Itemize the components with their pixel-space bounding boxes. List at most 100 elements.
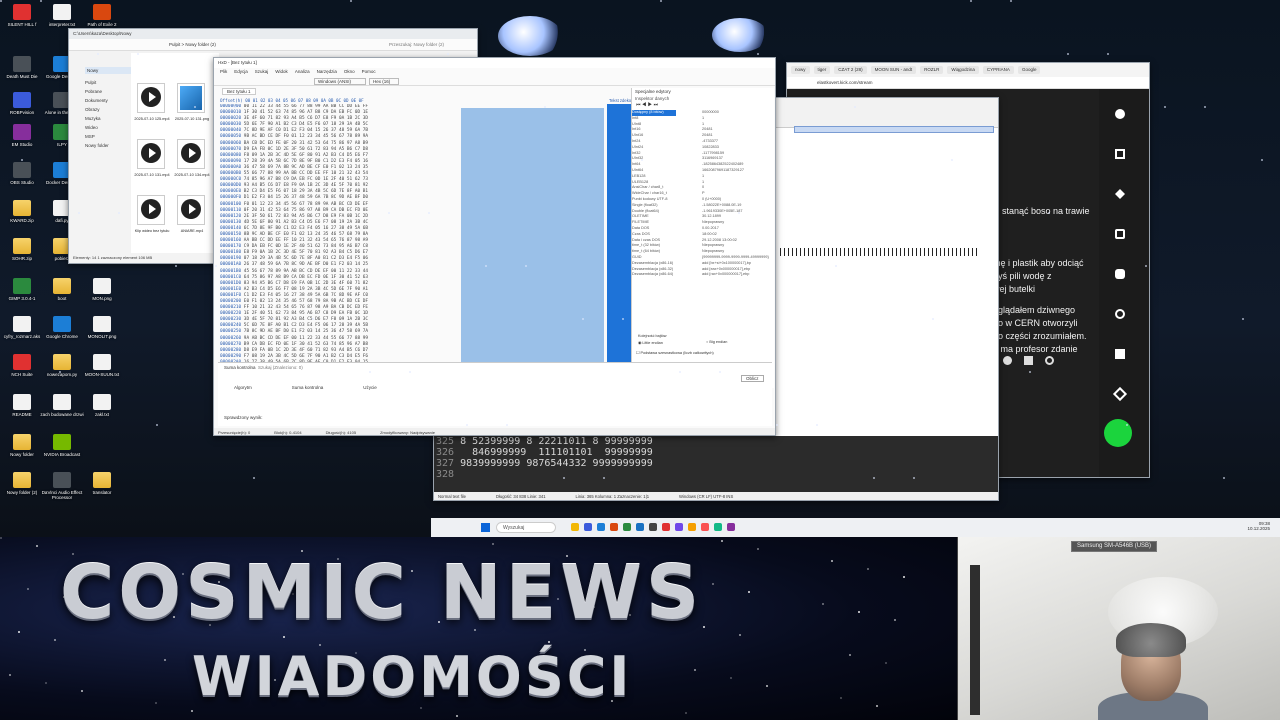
menu-item[interactable]: Analiza — [295, 69, 310, 75]
browser-tab[interactable]: tiger — [813, 66, 831, 74]
sidebar-item[interactable]: Pulpit — [85, 80, 133, 85]
desktop-icon[interactable]: cyfry_rozmarz.aks — [0, 316, 44, 339]
sidebar-item[interactable]: Wideo — [85, 125, 133, 130]
notepad-search-field[interactable] — [794, 126, 994, 133]
broadcast-icon[interactable] — [1115, 309, 1125, 319]
file-thumbnail[interactable]: 2025-07-10 134.mp4 — [174, 139, 210, 177]
taskbar-clock[interactable]: 09:38 10.12.2025 — [1247, 521, 1270, 531]
hex-document-tab[interactable]: Bez tytułu 1 — [222, 88, 256, 95]
taskbar-app-icon[interactable] — [571, 523, 579, 531]
explorer-search-input[interactable]: Przeszukaj: Nowy folder (2) — [389, 42, 444, 47]
desktop-icon[interactable]: README — [0, 394, 44, 417]
desktop-icon[interactable]: MONOLIT.png — [80, 316, 124, 339]
chat-icon[interactable] — [1115, 269, 1125, 279]
taskbar-app-icon[interactable] — [675, 523, 683, 531]
taskbar-app-icon[interactable] — [727, 523, 735, 531]
start-icon[interactable] — [481, 523, 490, 532]
taskbar-app-icon[interactable] — [623, 523, 631, 531]
desktop-icon[interactable]: GIMP 3.0.4-1 — [0, 278, 44, 301]
taskbar-app-icon[interactable] — [701, 523, 709, 531]
info-icon[interactable] — [1115, 109, 1125, 119]
desktop-icon[interactable]: Google Chrome — [40, 316, 84, 339]
sidebar-item[interactable]: Nowy folder — [85, 143, 133, 148]
sidebar-item[interactable]: MSP — [85, 134, 133, 139]
desktop-icon[interactable]: zakl.txt — [80, 394, 124, 417]
file-thumbnail[interactable]: ANIARE.mp4 — [177, 195, 205, 233]
browser-tab[interactable]: CZAT 2 (28) — [834, 66, 867, 74]
desktop-icon[interactable]: interpreter.txt — [40, 4, 84, 27]
desktop-icon[interactable]: Nowy folder — [0, 434, 44, 457]
store-icon[interactable] — [1024, 355, 1033, 365]
encoding-select[interactable]: Windows (ANSI) — [314, 78, 367, 85]
little-endian-radio[interactable]: ◉ Little endian — [638, 340, 663, 345]
settings-icon[interactable] — [1045, 355, 1054, 365]
wrench-icon[interactable] — [1112, 386, 1128, 402]
browser-tab[interactable]: Google — [1017, 66, 1041, 74]
sidebar-item[interactable]: Dokumenty — [85, 98, 133, 103]
browser-tab[interactable]: ROZLR — [920, 66, 944, 74]
inspector-tab[interactable]: Specjalne edytory — [632, 88, 774, 95]
desktop-icon[interactable]: translator — [80, 472, 124, 495]
inspector-row[interactable]: Dezasemblacja (x86-64) add [rax+0x0000000… — [632, 272, 774, 278]
menu-item[interactable]: Edycja — [234, 69, 248, 75]
layout-icon[interactable] — [1115, 349, 1125, 359]
taskbar-search[interactable]: Wyszukaj — [496, 522, 556, 533]
desktop-icon[interactable]: ROBPvision — [0, 92, 44, 115]
desktop-icon[interactable]: DaVinci Audio Effect Processor — [40, 472, 84, 500]
desktop-icon[interactable]: SOHR.zip — [0, 238, 44, 261]
desktop-icon[interactable]: SILENT HILL f — [0, 4, 44, 27]
file-thumbnail[interactable]: 2025-07-10 131.mp4 — [134, 139, 170, 177]
file-thumbnail[interactable]: 2025-07-10 131.png — [175, 83, 209, 121]
taskbar-app-icon[interactable] — [584, 523, 592, 531]
browser-tab[interactable]: CYPRIANA — [982, 66, 1014, 74]
taskbar-app-icon[interactable] — [597, 523, 605, 531]
checksum-tab[interactable]: Suma kontrolna — [224, 365, 256, 370]
hex-titlebar[interactable]: HxD - [Bez tytułu 1] — [214, 58, 775, 68]
browser-tab[interactable]: nowy — [791, 66, 810, 74]
desktop-icon[interactable]: NVIDIA Broadcast — [40, 434, 84, 457]
notepad-text-area[interactable]: 325 8 52399999 8 22211011 8 99999999 326 … — [434, 436, 998, 492]
base-select[interactable]: Hex (16) — [369, 78, 400, 85]
taskbar-app-icon[interactable] — [662, 523, 670, 531]
notes-icon[interactable] — [1115, 229, 1125, 239]
desktop-icon[interactable]: MON.png — [80, 278, 124, 301]
desktop-icon[interactable]: Death Must Die — [0, 56, 44, 79]
calculate-button[interactable]: Oblicz — [741, 375, 764, 382]
desktop-icon[interactable]: NCH Suite — [0, 354, 44, 377]
search-tab[interactable]: Szukaj (Znaleziono: 0) — [258, 365, 303, 370]
menu-item[interactable]: Szukaj — [255, 69, 269, 75]
desktop-icon[interactable]: MOON-SUUN.txt — [80, 354, 124, 377]
explorer-breadcrumb[interactable]: Pulpit > Nowy folder (2) — [169, 42, 216, 47]
explorer-titlebar[interactable]: C:\Users\kaza\Desktop\Nowy — [69, 29, 477, 39]
kick-logo-icon[interactable] — [1104, 419, 1132, 447]
desktop-icon[interactable]: OBS Studio — [0, 162, 44, 185]
sidebar-item[interactable]: Obrazy — [85, 107, 133, 112]
desktop-icon[interactable]: KWARD.zip — [0, 200, 44, 223]
desktop-icon[interactable]: nowezapom.py — [40, 354, 84, 377]
sidebar-item[interactable]: Muzyka — [85, 116, 133, 121]
desktop-icon[interactable]: boot — [40, 278, 84, 301]
menu-item[interactable]: Pomoc — [362, 69, 376, 75]
desktop-icon[interactable]: Nowy folder (2) — [0, 472, 44, 495]
file-thumbnail[interactable]: Klip wideo bez tytułu — [135, 195, 169, 233]
menu-item[interactable]: Plik — [220, 69, 227, 75]
desktop-icon[interactable]: zach budowane drzwi — [40, 394, 84, 417]
desktop-icon[interactable]: Path of Exile 2 — [80, 4, 124, 27]
taskbar-app-icon[interactable] — [610, 523, 618, 531]
hex-editor-window[interactable]: HxD - [Bez tytułu 1] Plik Edycja Szukaj Wid… — [213, 57, 776, 436]
hex-base-checkbox[interactable]: ☐ Podstawa szesnastkowa (liczb całkowity… — [636, 350, 714, 355]
taskbar-app-icon[interactable] — [649, 523, 657, 531]
inspector-nav[interactable]: ⏮ ◀ ▶ ⏭ — [632, 102, 774, 110]
desktop-icon[interactable]: EM Studio — [0, 124, 44, 147]
menu-item[interactable]: Widok — [275, 69, 288, 75]
flash-icon[interactable] — [1115, 189, 1125, 199]
big-endian-radio[interactable]: ○ Big endian — [706, 340, 727, 344]
taskbar-app-icon[interactable] — [636, 523, 644, 531]
file-thumbnail[interactable]: 2025-07-10 125.mp4 — [134, 83, 170, 121]
browser-url[interactable]: elastkovert.kick.com/stream — [817, 80, 873, 85]
browser-tab[interactable]: Wiągodzina — [947, 66, 979, 74]
taskbar-app-icon[interactable] — [714, 523, 722, 531]
browser-tab[interactable]: MOON SUN - andt — [870, 66, 917, 74]
menu-item[interactable]: Okno — [344, 69, 355, 75]
capture-icon[interactable] — [1115, 149, 1125, 159]
